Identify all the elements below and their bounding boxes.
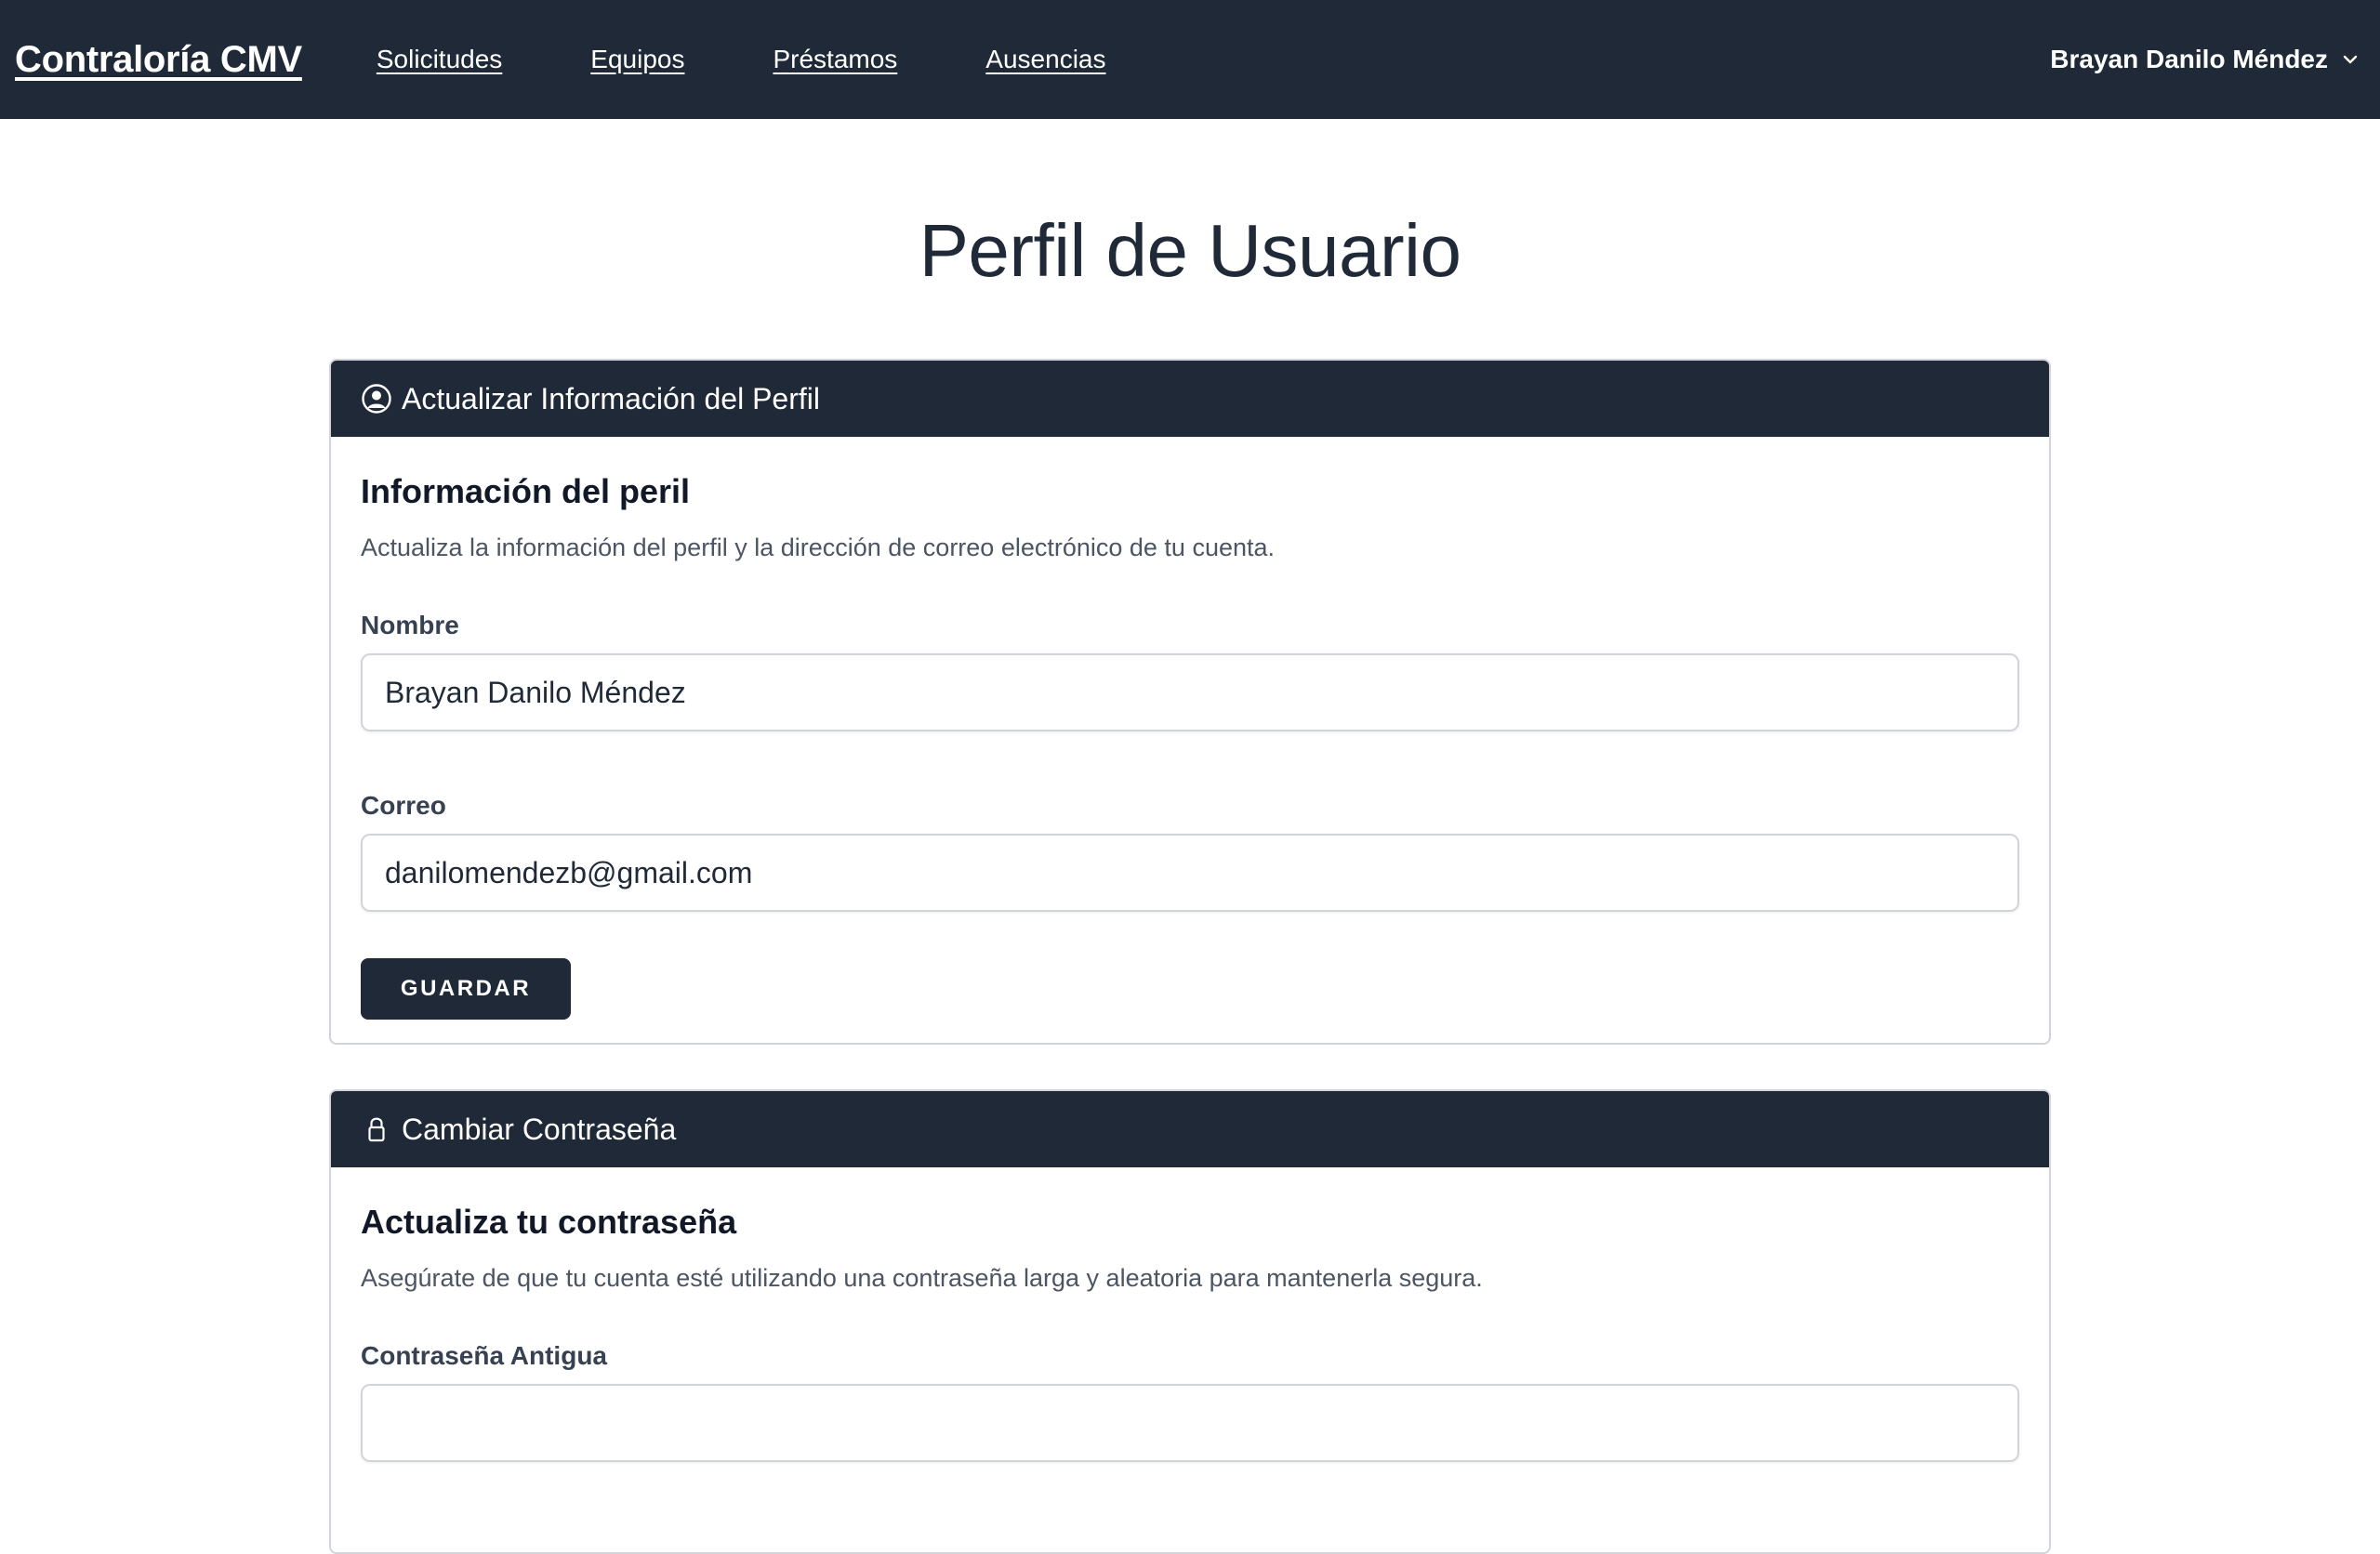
page-title: Perfil de Usuario — [919, 209, 1461, 292]
email-label: Correo — [361, 791, 446, 820]
password-card: Cambiar Contraseña Actualiza tu contrase… — [329, 1089, 2051, 1554]
old-password-input[interactable] — [361, 1384, 2019, 1462]
password-card-header: Cambiar Contraseña — [331, 1091, 2049, 1167]
nav-link-ausencias[interactable]: Ausencias — [985, 45, 1105, 74]
old-password-label: Contraseña Antigua — [361, 1341, 607, 1370]
save-button[interactable]: GUARDAR — [361, 958, 571, 1020]
user-menu-dropdown[interactable]: Brayan Danilo Méndez — [2050, 0, 2360, 119]
password-section-description: Asegúrate de que tu cuenta esté utilizan… — [361, 1264, 1483, 1292]
user-circle-icon — [361, 383, 392, 415]
nav-link-solicitudes[interactable]: Solicitudes — [377, 45, 502, 74]
user-name: Brayan Danilo Méndez — [2050, 45, 2328, 73]
nav-link-equipos[interactable]: Equipos — [590, 45, 684, 74]
profile-section-description: Actualiza la información del perfil y la… — [361, 533, 1276, 561]
profile-card-body: Información del peril Actualiza la infor… — [331, 437, 2049, 1043]
top-navbar: Contraloría CMV Solicitudes Equipos Prés… — [0, 0, 2380, 119]
nav-link-prestamos[interactable]: Préstamos — [773, 45, 897, 74]
profile-card-title: Actualizar Información del Perfil — [402, 381, 820, 415]
password-card-body: Actualiza tu contraseña Asegúrate de que… — [331, 1167, 2049, 1551]
profile-section-title: Información del peril — [361, 472, 691, 510]
name-label: Nombre — [361, 611, 459, 639]
email-input[interactable] — [361, 834, 2019, 912]
password-card-title: Cambiar Contraseña — [402, 1112, 677, 1146]
brand-link[interactable]: Contraloría CMV — [15, 39, 302, 81]
profile-card-header: Actualizar Información del Perfil — [331, 361, 2049, 437]
lock-icon — [361, 1113, 392, 1145]
chevron-down-icon — [2343, 55, 2358, 64]
name-input[interactable] — [361, 653, 2019, 731]
password-section-title: Actualiza tu contraseña — [361, 1203, 737, 1241]
profile-card: Actualizar Información del Perfil Inform… — [329, 359, 2051, 1045]
